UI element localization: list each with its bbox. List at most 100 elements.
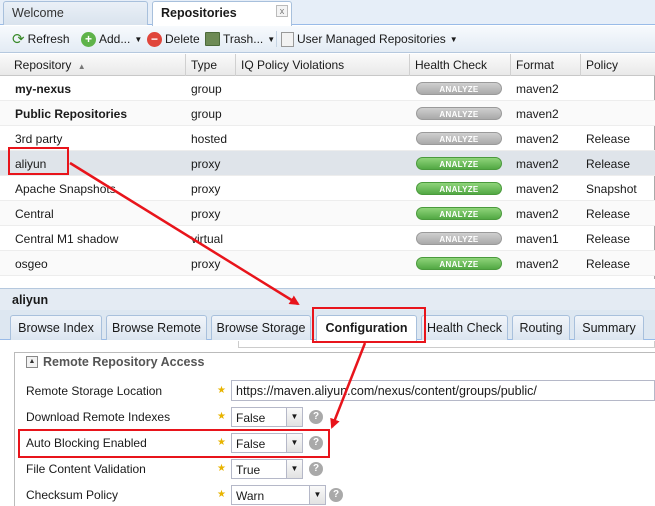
analyze-button[interactable]: ANALYZE — [416, 232, 502, 245]
file-content-validation-select[interactable]: True ▼ — [231, 459, 303, 479]
repository-name-cell: Central — [15, 207, 54, 221]
table-row[interactable]: aliyun proxy maven2 Release ANALYZE — [0, 151, 655, 176]
file-content-validation-label: File Content Validation — [26, 462, 146, 476]
column-header-type[interactable]: Type — [186, 54, 236, 76]
repository-format-cell: maven2 — [516, 182, 559, 196]
chevron-down-icon: ▼ — [134, 34, 143, 44]
required-star-icon: ★ — [217, 385, 226, 396]
tab-browse-remote[interactable]: Browse Remote — [106, 315, 207, 340]
repository-policy-cell — [581, 101, 586, 126]
repository-format-cell: maven2 — [516, 132, 559, 146]
user-managed-label: User Managed Repositories — [297, 32, 446, 46]
repository-policy-cell: Release — [586, 157, 631, 171]
trash-button[interactable]: Trash... ▼ — [205, 30, 275, 48]
checksum-policy-label: Checksum Policy — [26, 488, 119, 502]
chevron-down-icon[interactable]: ▼ — [286, 460, 302, 478]
repository-type-cell: group — [191, 82, 222, 96]
delete-label: Delete — [165, 32, 200, 46]
table-row[interactable]: Apache Snapshots proxy maven2 Snapshot ANALY… — [0, 176, 655, 201]
column-header-repository[interactable]: Repository ▲ — [9, 54, 186, 76]
checksum-policy-select[interactable]: Warn ▼ — [231, 485, 326, 505]
required-star-icon: ★ — [217, 489, 226, 500]
repository-name-cell: my-nexus — [15, 82, 72, 96]
close-icon[interactable]: x — [276, 5, 288, 17]
annotation-box-auto-blocking — [18, 429, 330, 458]
tab-browse-storage[interactable]: Browse Storage — [211, 315, 311, 340]
column-header-policy[interactable]: Policy — [581, 54, 655, 76]
tab-browse-index[interactable]: Browse Index — [10, 315, 102, 340]
user-managed-repositories-button[interactable]: User Managed Repositories ▼ — [281, 30, 458, 48]
annotation-box-aliyun — [8, 147, 69, 175]
add-label: Add... — [99, 32, 131, 46]
repository-type-cell: proxy — [191, 207, 221, 221]
column-header-iq-policy[interactable]: IQ Policy Violations — [236, 54, 410, 76]
repository-format-cell: maven2 — [516, 107, 559, 121]
add-button[interactable]: + Add... ▼ — [81, 30, 142, 48]
repository-name-cell: Public Repositories — [15, 107, 128, 121]
analyze-button[interactable]: ANALYZE — [416, 182, 502, 195]
chevron-down-icon[interactable]: ▼ — [309, 486, 325, 504]
repository-type-cell: hosted — [191, 132, 228, 146]
repository-policy-cell: Snapshot — [586, 182, 637, 196]
analyze-button[interactable]: ANALYZE — [416, 157, 502, 170]
delete-button[interactable]: − Delete — [147, 30, 200, 48]
tab-summary[interactable]: Summary — [574, 315, 644, 340]
download-remote-indexes-label: Download Remote Indexes — [26, 410, 171, 424]
help-icon[interactable]: ? — [309, 410, 323, 424]
column-header-health-check[interactable]: Health Check — [410, 54, 511, 76]
file-content-validation-value: True — [236, 463, 261, 477]
tab-welcome[interactable]: Welcome — [3, 1, 148, 25]
table-row[interactable]: 3rd party hosted maven2 Release ANALYZE — [0, 126, 655, 151]
refresh-button[interactable]: ⟳ Refresh — [12, 30, 70, 48]
table-row[interactable]: Public Repositories group maven2 ANALYZE — [0, 101, 655, 126]
scrolled-field-remnant — [238, 341, 655, 348]
collapse-icon[interactable]: ▲ — [26, 356, 38, 368]
download-remote-indexes-select[interactable]: False ▼ — [231, 407, 303, 427]
tab-health-check[interactable]: Health Check — [421, 315, 508, 340]
chevron-down-icon: ▼ — [267, 34, 276, 44]
analyze-button[interactable]: ANALYZE — [416, 257, 502, 270]
table-row[interactable]: my-nexus group maven2 ANALYZE — [0, 76, 655, 101]
tab-repositories-label: Repositories — [161, 6, 237, 20]
column-header-repository-label: Repository — [14, 58, 72, 72]
repositories-grid: Repository ▲ Type IQ Policy Violations H… — [0, 54, 655, 279]
annotation-box-configuration — [312, 307, 426, 343]
table-row[interactable]: Central proxy maven2 Release ANALYZE — [0, 201, 655, 226]
repository-policy-cell: Release — [586, 132, 631, 146]
analyze-button[interactable]: ANALYZE — [416, 107, 502, 120]
tab-repositories[interactable]: Repositories x — [152, 1, 292, 26]
repository-format-cell: maven1 — [516, 232, 559, 246]
analyze-button[interactable]: ANALYZE — [416, 82, 502, 95]
analyze-button[interactable]: ANALYZE — [416, 207, 502, 220]
column-header-format[interactable]: Format — [511, 54, 581, 76]
table-row[interactable]: Central M1 shadow virtual maven1 Release ANA… — [0, 226, 655, 251]
tab-routing[interactable]: Routing — [512, 315, 570, 340]
repository-type-cell: proxy — [191, 182, 221, 196]
help-icon[interactable]: ? — [329, 488, 343, 502]
repository-format-cell: maven2 — [516, 157, 559, 171]
refresh-label: Refresh — [27, 32, 70, 46]
download-remote-indexes-value: False — [236, 411, 266, 425]
repository-type-cell: virtual — [191, 232, 224, 246]
repository-policy-cell — [581, 76, 586, 101]
repository-type-cell: proxy — [191, 257, 221, 271]
repository-format-cell: maven2 — [516, 207, 559, 221]
remote-storage-location-input[interactable]: https://maven.aliyun.com/nexus/content/g… — [231, 380, 655, 401]
repository-type-cell: group — [191, 107, 222, 121]
grid-header: Repository ▲ Type IQ Policy Violations H… — [0, 54, 655, 76]
repository-name-cell: Apache Snapshots — [15, 182, 116, 196]
trash-icon — [205, 32, 220, 46]
help-icon[interactable]: ? — [309, 462, 323, 476]
repository-type-cell: proxy — [191, 157, 221, 171]
repository-policy-cell: Release — [586, 232, 631, 246]
remote-access-legend: ▲ Remote Repository Access — [24, 354, 209, 370]
table-row[interactable]: osgeo proxy maven2 Release ANALYZE — [0, 251, 655, 276]
delete-icon: − — [147, 31, 162, 47]
checksum-policy-value: Warn — [236, 489, 265, 503]
repositories-toolbar: ⟳ Refresh + Add... ▼ − Delete Trash... ▼… — [0, 26, 655, 53]
trash-label: Trash... — [223, 32, 264, 46]
chevron-down-icon[interactable]: ▼ — [286, 408, 302, 426]
analyze-button[interactable]: ANALYZE — [416, 132, 502, 145]
repository-name-cell: Central M1 shadow — [15, 232, 119, 246]
remote-access-title: Remote Repository Access — [43, 355, 205, 369]
